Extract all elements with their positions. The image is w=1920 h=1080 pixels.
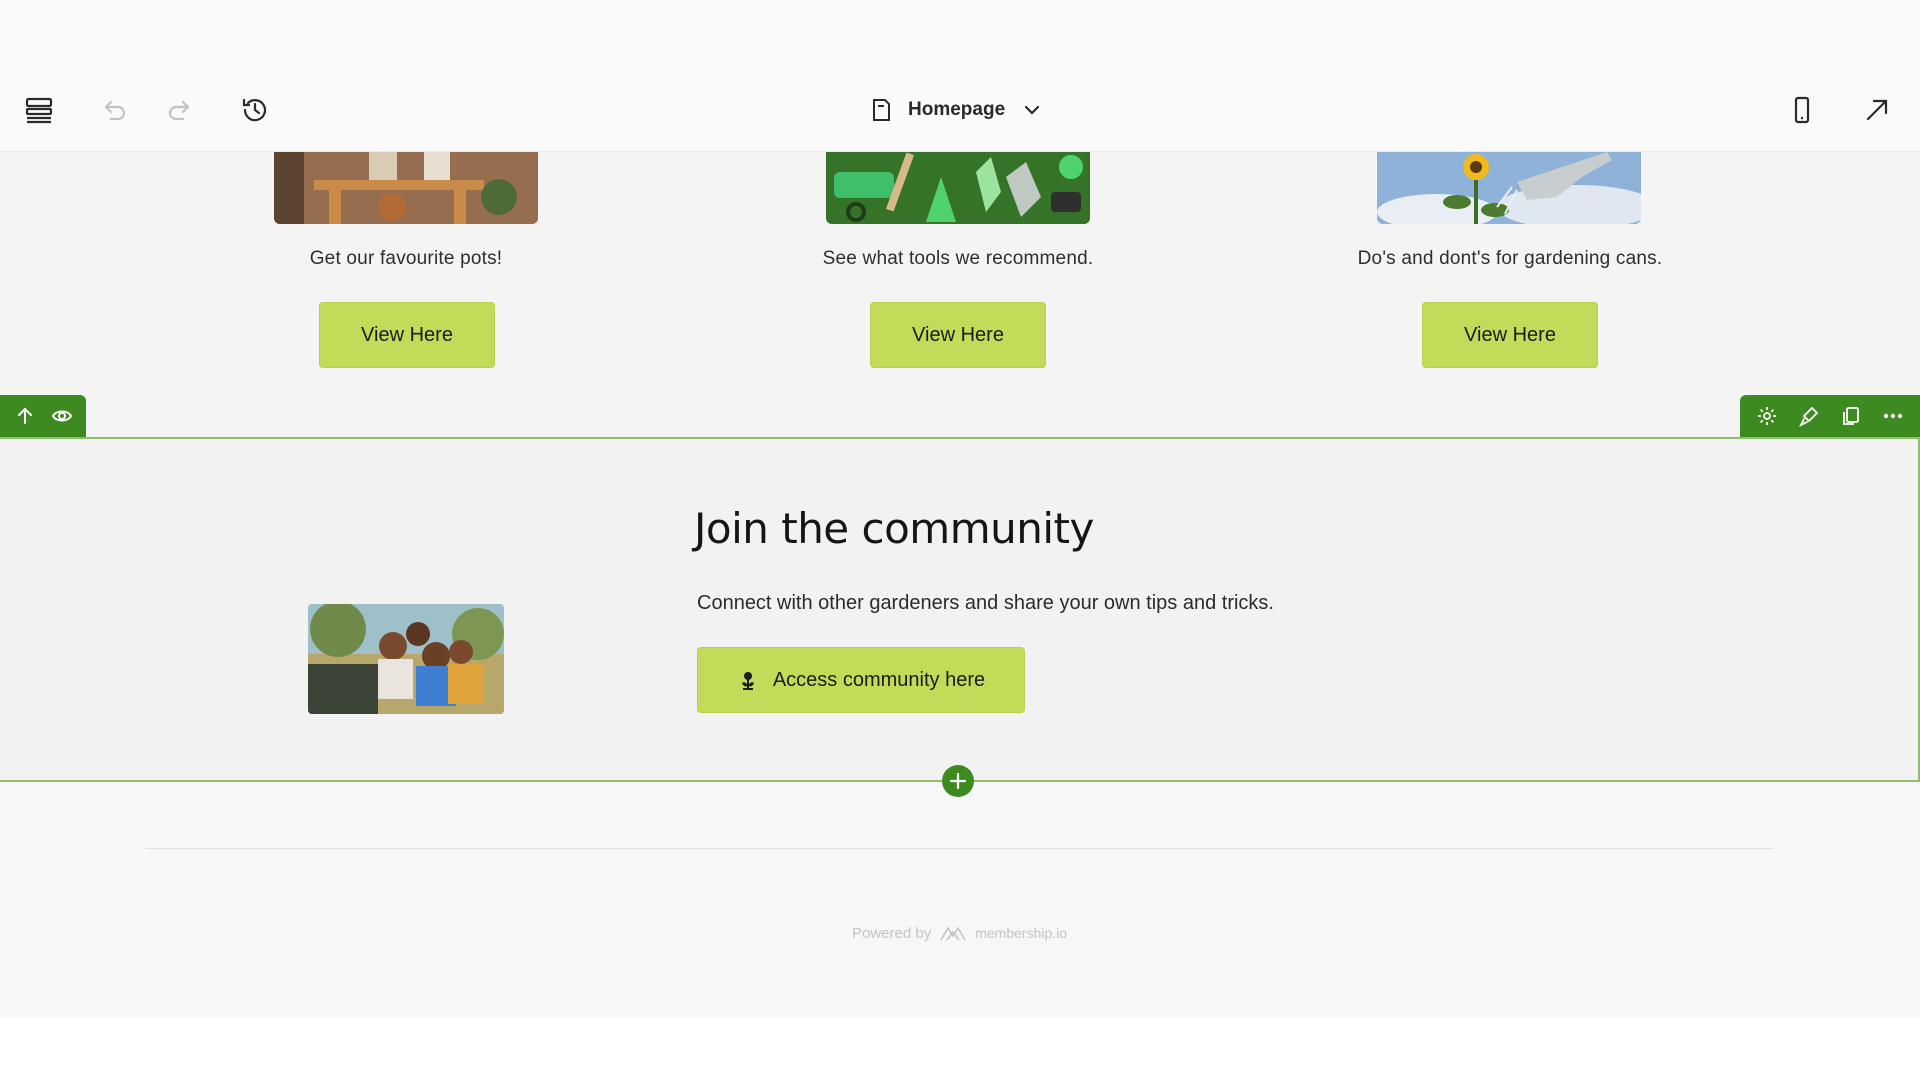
community-subtitle: Connect with other gardeners and share y… [697, 592, 1274, 614]
access-community-button[interactable]: Access community here [697, 647, 1025, 713]
card-caption: Get our favourite pots! [309, 248, 503, 269]
view-cans-button[interactable]: View Here [1422, 302, 1598, 368]
page-selector[interactable]: Homepage [868, 88, 1045, 132]
access-community-label: Access community here [772, 668, 986, 691]
page-icon [873, 99, 890, 121]
watering-can-image [1377, 152, 1641, 224]
flower-icon [741, 672, 754, 690]
view-tools-button[interactable]: View Here [870, 302, 1046, 368]
more-options-icon[interactable] [1878, 401, 1908, 431]
card-caption: See what tools we recommend. [822, 248, 1094, 269]
editor-toolbar: Homepage [0, 0, 1920, 152]
powered-by-brand: membership.io [975, 925, 1068, 941]
sections-menu-icon[interactable] [17, 88, 61, 132]
page-name: Homepage [908, 99, 1006, 120]
section-settings-gear-icon[interactable] [1752, 401, 1782, 431]
mobile-preview-icon[interactable] [1780, 88, 1824, 132]
footer-divider [145, 848, 1773, 849]
powered-by[interactable]: Powered by membership.io [852, 924, 1067, 942]
visibility-eye-icon[interactable] [47, 401, 77, 431]
bottom-margin [0, 1018, 1920, 1080]
undo-icon[interactable] [92, 88, 136, 132]
history-icon[interactable] [233, 88, 277, 132]
page-footer: Powered by membership.io [0, 782, 1920, 1018]
page-canvas: Get our favourite pots! View Here See wh… [0, 152, 1920, 1018]
card-caption: Do's and dont's for gardening cans. [1357, 248, 1663, 269]
section-style-brush-icon[interactable] [1794, 401, 1824, 431]
chevron-down-icon [1025, 105, 1040, 115]
add-section-plus-icon[interactable] [942, 765, 974, 797]
view-pots-button[interactable]: View Here [319, 302, 495, 368]
duplicate-section-icon[interactable] [1836, 401, 1866, 431]
pots-image [274, 152, 538, 224]
section-toolbar-right [1740, 395, 1920, 437]
community-photo [308, 604, 504, 714]
open-external-icon[interactable] [1855, 88, 1899, 132]
editor-screen: Homepage Get our favourite pots! View He… [0, 0, 1920, 1080]
tools-image [826, 152, 1090, 224]
powered-by-text: Powered by [852, 924, 932, 942]
move-up-icon[interactable] [10, 401, 40, 431]
community-title: Join the community [694, 504, 1094, 553]
section-toolbar-left [0, 395, 86, 437]
redo-icon[interactable] [158, 88, 202, 132]
membership-logo-icon [940, 926, 966, 941]
